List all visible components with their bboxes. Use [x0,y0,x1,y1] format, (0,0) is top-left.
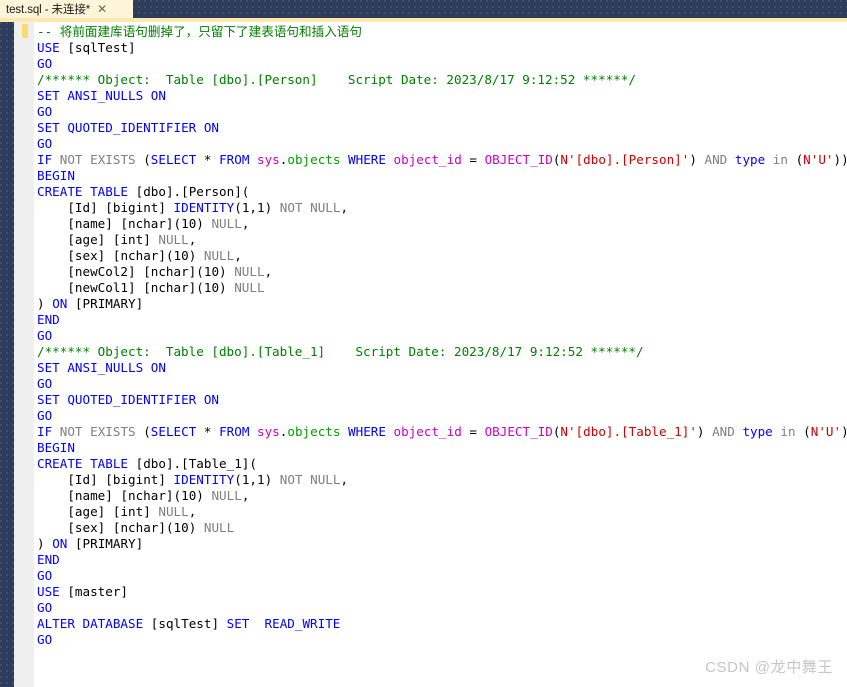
code-line[interactable]: BEGIN [37,440,847,456]
code-line[interactable]: GO [37,376,847,392]
code-line[interactable]: [newCol1] [nchar](10) NULL [37,280,847,296]
window-left-rail [0,22,14,687]
code-line[interactable]: [name] [nchar](10) NULL, [37,216,847,232]
code-line[interactable]: ALTER DATABASE [sqlTest] SET READ_WRITE [37,616,847,632]
code-line[interactable]: END [37,312,847,328]
code-line[interactable]: /****** Object: Table [dbo].[Person] Scr… [37,72,847,88]
code-content[interactable]: -- 将前面建库语句删掉了，只留下了建表语句和插入语句 USE [sqlTest]… [34,22,847,648]
code-line[interactable]: END [37,552,847,568]
code-line[interactable]: [age] [int] NULL, [37,232,847,248]
code-line[interactable]: GO [37,136,847,152]
code-line[interactable]: ) ON [PRIMARY] [37,536,847,552]
code-line[interactable]: [Id] [bigint] IDENTITY(1,1) NOT NULL, [37,472,847,488]
code-line[interactable]: [sex] [nchar](10) NULL [37,520,847,536]
code-line[interactable]: SET ANSI_NULLS ON [37,360,847,376]
code-line[interactable]: GO [37,104,847,120]
csdn-watermark: CSDN @龙中舞王 [705,659,833,676]
code-line[interactable]: [name] [nchar](10) NULL, [37,488,847,504]
code-line[interactable]: CREATE TABLE [dbo].[Person]( [37,184,847,200]
code-line[interactable]: IF NOT EXISTS (SELECT * FROM sys.objects… [37,424,847,440]
code-line[interactable]: SET QUOTED_IDENTIFIER ON [37,392,847,408]
code-line[interactable]: GO [37,56,847,72]
code-line[interactable]: [newCol2] [nchar](10) NULL, [37,264,847,280]
code-line[interactable]: [sex] [nchar](10) NULL, [37,248,847,264]
code-line[interactable]: IF NOT EXISTS (SELECT * FROM sys.objects… [37,152,847,168]
code-line[interactable]: ) ON [PRIMARY] [37,296,847,312]
tab-bar: test.sql - 未连接* ✕ [0,0,847,18]
code-line[interactable]: CREATE TABLE [dbo].[Table_1]( [37,456,847,472]
code-line[interactable]: SET ANSI_NULLS ON [37,88,847,104]
code-line[interactable]: SET QUOTED_IDENTIFIER ON [37,120,847,136]
code-line[interactable]: [age] [int] NULL, [37,504,847,520]
code-line[interactable]: GO [37,568,847,584]
modified-line-marker [22,24,28,38]
code-line[interactable]: USE [master] [37,584,847,600]
tab-test-sql[interactable]: test.sql - 未连接* ✕ [0,0,133,18]
close-icon[interactable]: ✕ [97,3,107,15]
code-line[interactable]: GO [37,408,847,424]
code-line[interactable]: BEGIN [37,168,847,184]
code-line[interactable]: [Id] [bigint] IDENTITY(1,1) NOT NULL, [37,200,847,216]
code-line[interactable]: -- 将前面建库语句删掉了，只留下了建表语句和插入语句 [37,24,847,40]
sql-editor-window: test.sql - 未连接* ✕ -- 将前面建库语句删掉了，只留下了建表语句… [0,0,847,687]
code-line[interactable]: GO [37,632,847,648]
tab-label: test.sql - 未连接* [6,4,91,16]
editor-gutter[interactable] [14,22,34,687]
code-line[interactable]: GO [37,328,847,344]
code-line[interactable]: USE [sqlTest] [37,40,847,56]
code-line[interactable]: /****** Object: Table [dbo].[Table_1] Sc… [37,344,847,360]
code-editor[interactable]: -- 将前面建库语句删掉了，只留下了建表语句和插入语句 USE [sqlTest]… [34,22,847,687]
code-line[interactable]: GO [37,600,847,616]
